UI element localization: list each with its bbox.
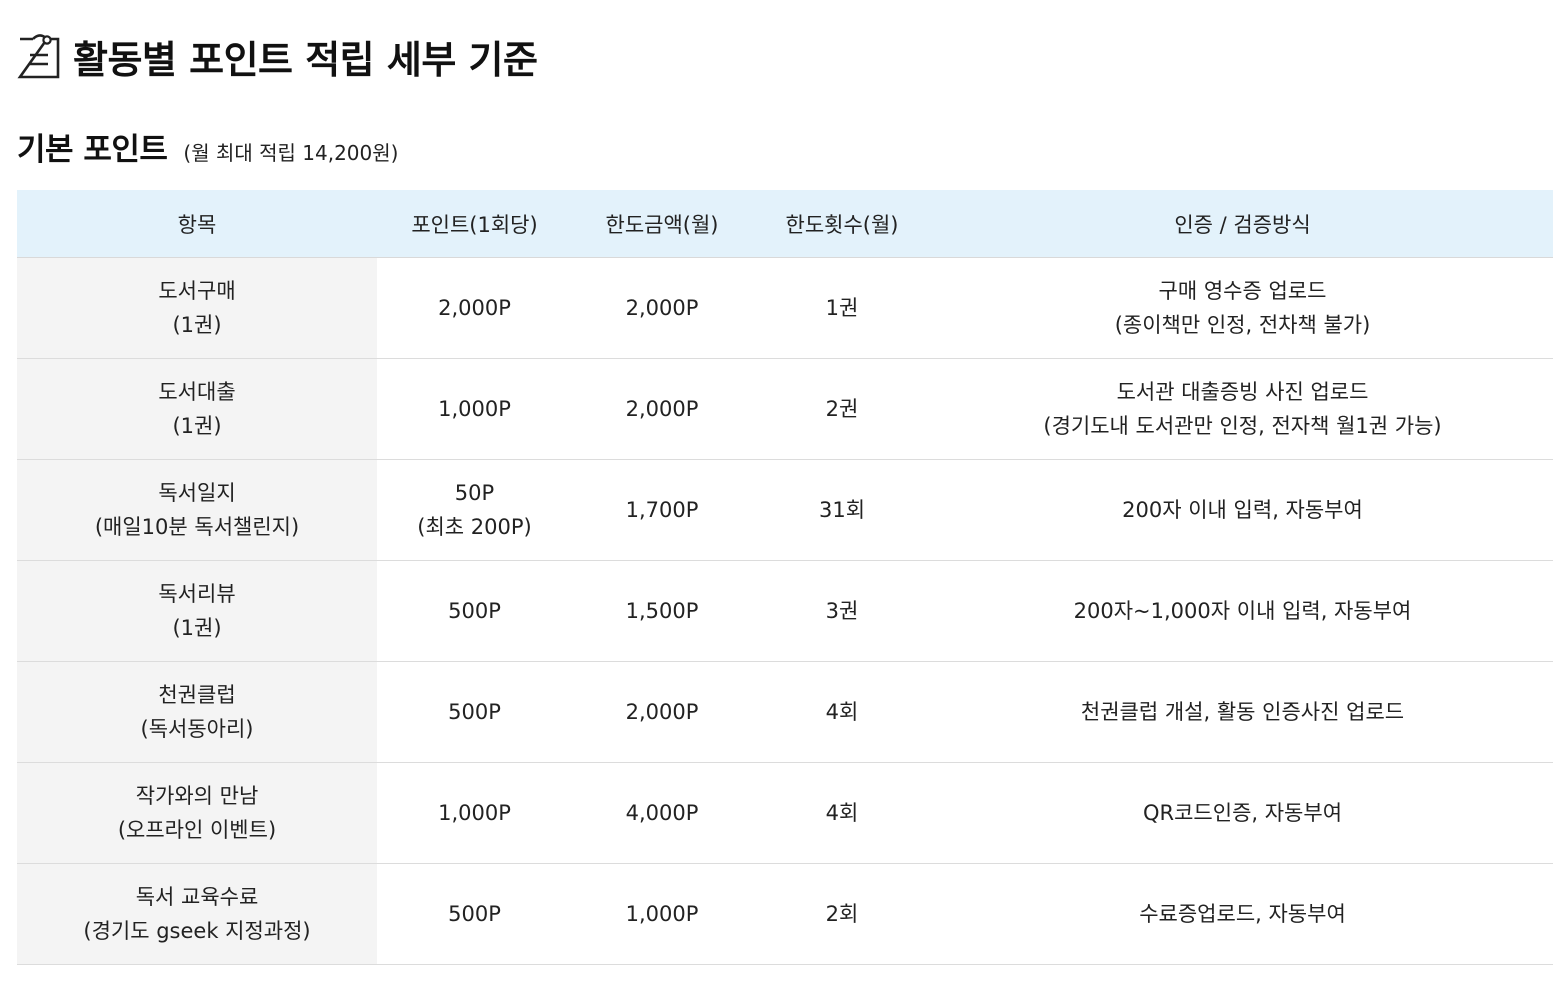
points-cell: 50P (최초 200P) xyxy=(377,459,572,561)
verification-cell: QR코드인증, 자동부여 xyxy=(932,762,1553,864)
section-header: 기본 포인트 (월 최대 적립 14,200원) xyxy=(17,124,398,169)
verification-cell: 200자~1,000자 이내 입력, 자동부여 xyxy=(932,560,1553,662)
item-name: 도서대출 xyxy=(158,380,236,404)
verification-method: QR코드인증, 자동부여 xyxy=(1142,801,1343,825)
item-cell: 도서대출 (1권) xyxy=(17,358,377,460)
item-detail: (오프라인 이벤트) xyxy=(117,818,277,842)
verification-method: 구매 영수증 업로드 xyxy=(1158,279,1327,303)
header-limit-count: 한도횟수(월) xyxy=(752,190,932,258)
limit-amount-cell: 4,000P xyxy=(572,762,752,864)
points-cell: 2,000P xyxy=(377,257,572,359)
points-cell: 1,000P xyxy=(377,762,572,864)
item-cell: 독서 교육수료 (경기도 gseek 지정과정) xyxy=(17,863,377,965)
item-name: 작가와의 만남 xyxy=(135,784,259,808)
page: 활동별 포인트 적립 세부 기준 기본 포인트 (월 최대 적립 14,200원… xyxy=(0,0,1567,999)
limit-count-cell: 4회 xyxy=(752,762,932,864)
table-row: 독서일지 (매일10분 독서챌린지) 50P (최초 200P) 1,700P … xyxy=(17,459,1553,561)
header-limit-amount: 한도금액(월) xyxy=(572,190,752,258)
table-row: 독서 교육수료 (경기도 gseek 지정과정) 500P 1,000P 2회 … xyxy=(17,863,1553,965)
verification-cell: 200자 이내 입력, 자동부여 xyxy=(932,459,1553,561)
item-cell: 독서리뷰 (1권) xyxy=(17,560,377,662)
verification-method: 200자 이내 입력, 자동부여 xyxy=(1122,498,1363,522)
points-cell: 500P xyxy=(377,661,572,763)
points-table: 항목 포인트(1회당) 한도금액(월) 한도횟수(월) 인증 / 검증방식 도서… xyxy=(17,190,1553,965)
points-cell: 500P xyxy=(377,863,572,965)
limit-count-cell: 3권 xyxy=(752,560,932,662)
verification-method: 천권클럽 개설, 활동 인증사진 업로드 xyxy=(1080,700,1405,724)
points-value: 1,000P xyxy=(438,397,511,421)
item-cell: 독서일지 (매일10분 독서챌린지) xyxy=(17,459,377,561)
points-cell: 500P xyxy=(377,560,572,662)
header-item: 항목 xyxy=(17,190,377,258)
points-value: 500P xyxy=(448,902,501,926)
item-detail: (1권) xyxy=(172,313,222,337)
item-detail: (매일10분 독서챌린지) xyxy=(94,515,300,539)
points-value: 50P xyxy=(454,481,495,505)
limit-amount-cell: 2,000P xyxy=(572,257,752,359)
item-name: 독서일지 xyxy=(158,481,236,505)
table-header-row: 항목 포인트(1회당) 한도금액(월) 한도횟수(월) 인증 / 검증방식 xyxy=(17,190,1553,258)
verification-cell: 구매 영수증 업로드 (종이책만 인정, 전차책 불가) xyxy=(932,257,1553,359)
limit-count-cell: 1권 xyxy=(752,257,932,359)
section-note: (월 최대 적립 14,200원) xyxy=(183,141,399,165)
item-cell: 작가와의 만남 (오프라인 이벤트) xyxy=(17,762,377,864)
points-note: (최초 200P) xyxy=(417,515,532,539)
item-cell: 도서구매 (1권) xyxy=(17,257,377,359)
table-row: 도서대출 (1권) 1,000P 2,000P 2권 도서관 대출증빙 사진 업… xyxy=(17,358,1553,460)
item-detail: (1권) xyxy=(172,414,222,438)
page-title: 활동별 포인트 적립 세부 기준 xyxy=(73,37,538,82)
limit-amount-cell: 1,700P xyxy=(572,459,752,561)
title-row: 활동별 포인트 적립 세부 기준 xyxy=(17,28,538,84)
verification-cell: 수료증업로드, 자동부여 xyxy=(932,863,1553,965)
limit-count-cell: 2회 xyxy=(752,863,932,965)
limit-amount-cell: 1,000P xyxy=(572,863,752,965)
limit-amount-cell: 2,000P xyxy=(572,661,752,763)
item-detail: (1권) xyxy=(172,616,222,640)
verification-note: (경기도내 도서관만 인정, 전자책 월1권 가능) xyxy=(1043,414,1442,438)
table-row: 작가와의 만남 (오프라인 이벤트) 1,000P 4,000P 4회 QR코드… xyxy=(17,762,1553,864)
header-points: 포인트(1회당) xyxy=(377,190,572,258)
points-value: 1,000P xyxy=(438,801,511,825)
verification-method: 수료증업로드, 자동부여 xyxy=(1139,902,1346,926)
clipboard-icon xyxy=(17,34,60,79)
verification-method: 도서관 대출증빙 사진 업로드 xyxy=(1116,380,1369,404)
points-value: 500P xyxy=(448,700,501,724)
verification-cell: 도서관 대출증빙 사진 업로드 (경기도내 도서관만 인정, 전자책 월1권 가… xyxy=(932,358,1553,460)
item-cell: 천권클럽 (독서동아리) xyxy=(17,661,377,763)
verification-method: 200자~1,000자 이내 입력, 자동부여 xyxy=(1073,599,1412,623)
table-row: 독서리뷰 (1권) 500P 1,500P 3권 200자~1,000자 이내 … xyxy=(17,560,1553,662)
limit-count-cell: 2권 xyxy=(752,358,932,460)
table-row: 천권클럽 (독서동아리) 500P 2,000P 4회 천권클럽 개설, 활동 … xyxy=(17,661,1553,763)
header-verification: 인증 / 검증방식 xyxy=(932,190,1553,258)
points-value: 500P xyxy=(448,599,501,623)
limit-amount-cell: 2,000P xyxy=(572,358,752,460)
limit-count-cell: 4회 xyxy=(752,661,932,763)
item-name: 독서 교육수료 xyxy=(135,885,259,909)
table-row: 도서구매 (1권) 2,000P 2,000P 1권 구매 영수증 업로드 (종… xyxy=(17,257,1553,359)
limit-count-cell: 31회 xyxy=(752,459,932,561)
section-title: 기본 포인트 xyxy=(17,132,168,168)
limit-amount-cell: 1,500P xyxy=(572,560,752,662)
item-name: 독서리뷰 xyxy=(158,582,236,606)
points-cell: 1,000P xyxy=(377,358,572,460)
item-name: 천권클럽 xyxy=(158,683,236,707)
item-detail: (경기도 gseek 지정과정) xyxy=(83,919,311,943)
verification-cell: 천권클럽 개설, 활동 인증사진 업로드 xyxy=(932,661,1553,763)
verification-note: (종이책만 인정, 전차책 불가) xyxy=(1114,313,1371,337)
points-value: 2,000P xyxy=(438,296,511,320)
item-name: 도서구매 xyxy=(158,279,236,303)
item-detail: (독서동아리) xyxy=(140,717,254,741)
